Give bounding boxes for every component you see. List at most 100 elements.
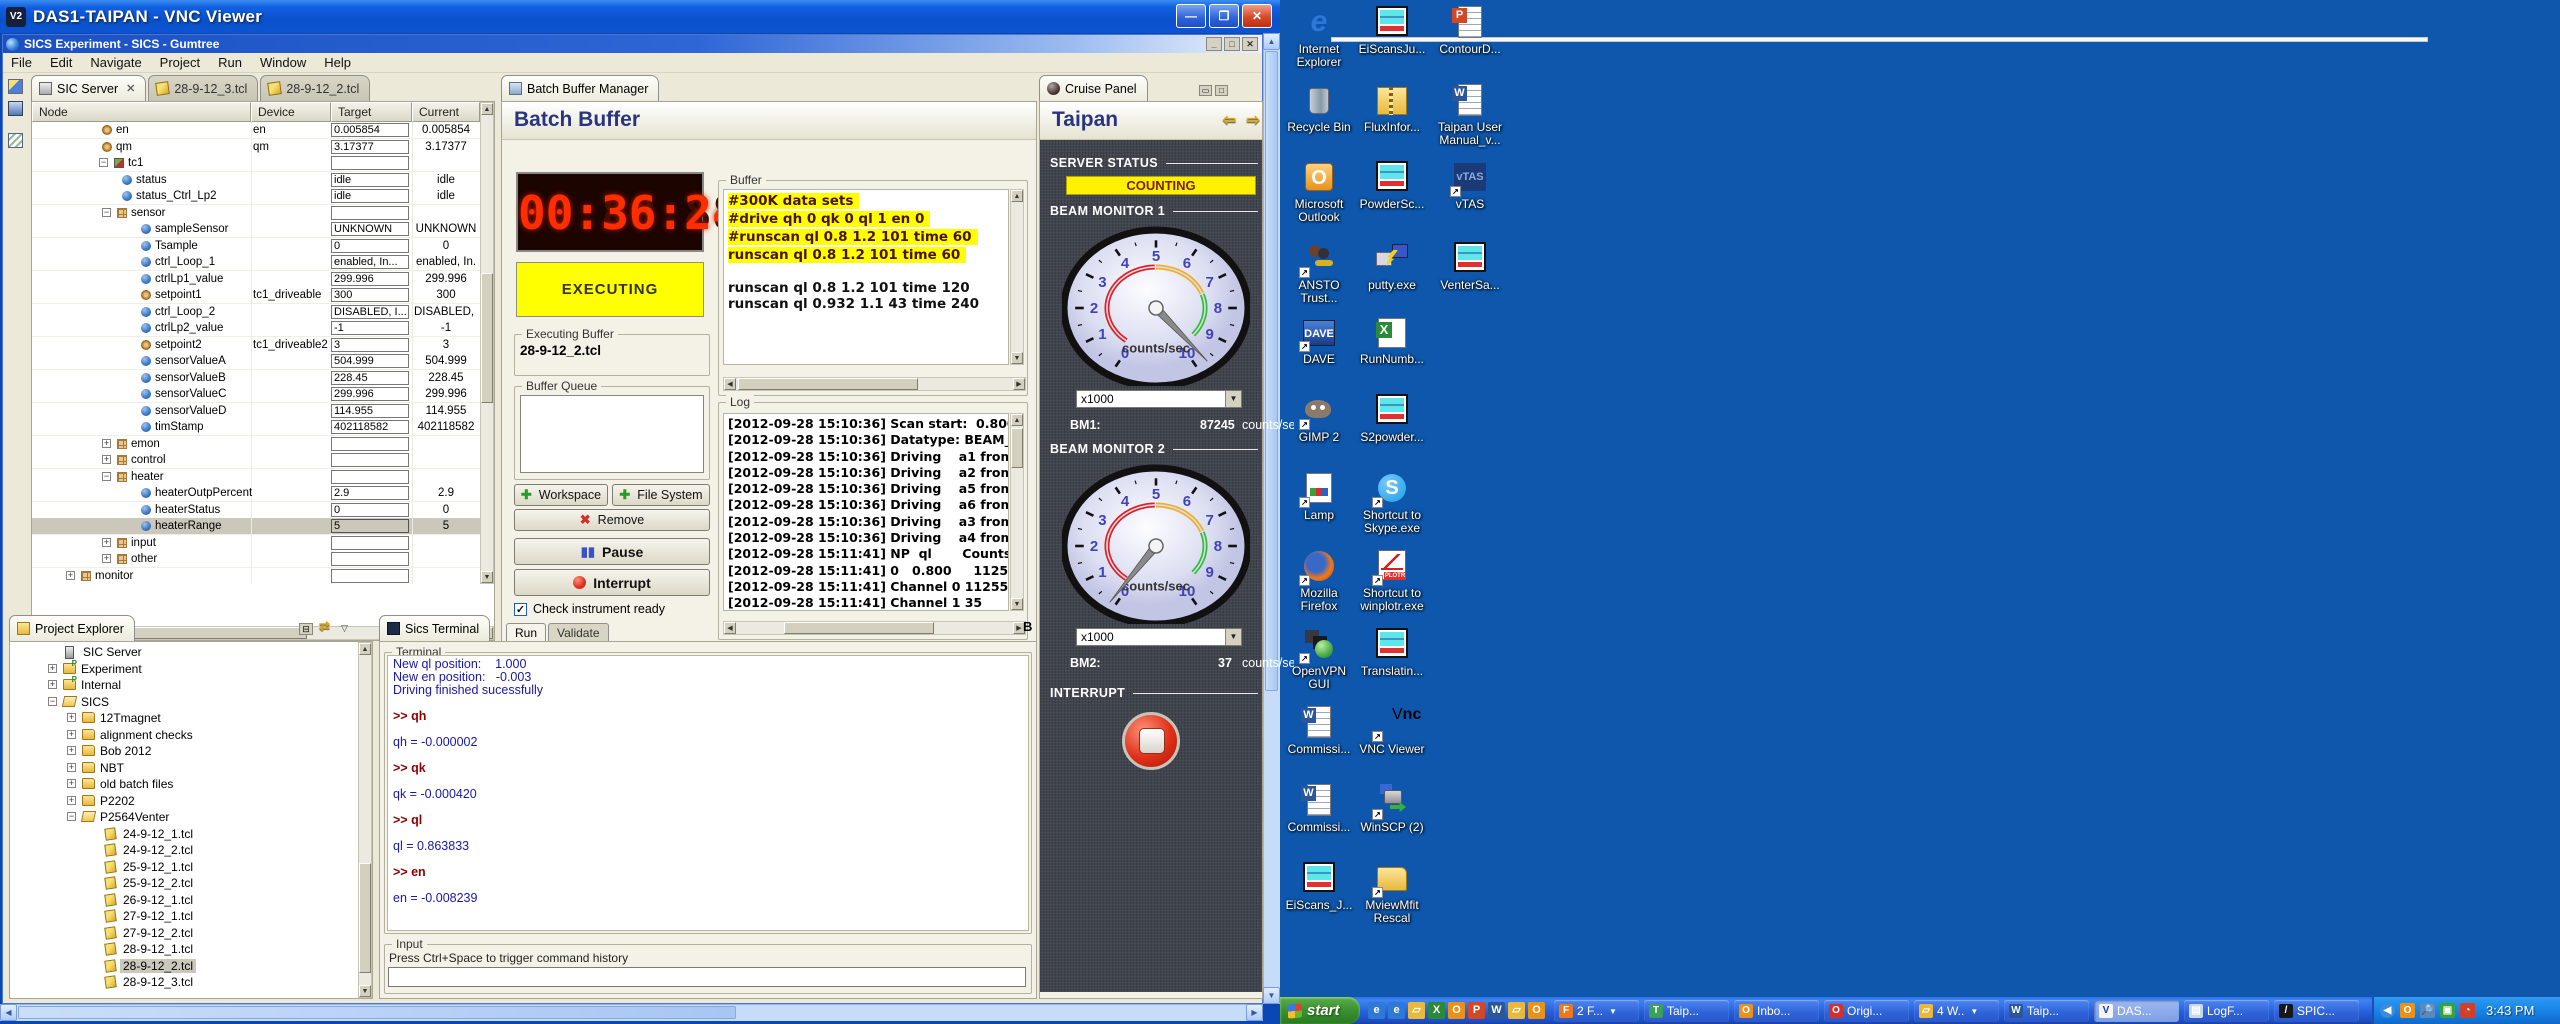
vnc-scroll-right-button[interactable]: ▶: [1246, 1004, 1263, 1021]
table-row[interactable]: sensorValueA504.999504.999: [32, 353, 480, 370]
tree-item[interactable]: 25-9-12_2.tcl: [10, 875, 356, 892]
tray-origin-icon[interactable]: ◔: [2460, 1003, 2475, 1018]
tree-item[interactable]: 28-9-12_1.tcl: [10, 941, 356, 958]
table-row[interactable]: setpoint1tc1_driveable300300: [32, 287, 480, 304]
desktop-icon-winscp-2-[interactable]: ↗WinSCP (2): [1354, 784, 1430, 834]
tree-item[interactable]: 24-9-12_1.tcl: [10, 826, 356, 843]
remove-button[interactable]: ✖Remove: [514, 509, 710, 531]
quicklaunch-excel-icon[interactable]: X: [1428, 1002, 1445, 1019]
desktop-icon-commissi-[interactable]: WCommissi...: [1281, 706, 1357, 756]
chevron-down-icon[interactable]: ▼: [1225, 629, 1241, 645]
table-row[interactable]: sensorValueC299.996299.996: [32, 386, 480, 403]
view-menu-icon[interactable]: ▽: [341, 623, 348, 634]
tree-expander-minus[interactable]: −: [48, 697, 57, 706]
tree-expander-minus[interactable]: −: [67, 812, 76, 821]
file-system-button[interactable]: ✚File System: [612, 484, 710, 506]
gumtree-titlebar[interactable]: SICS Experiment - SICS - Gumtree _ □ ✕: [3, 35, 1262, 53]
table-row[interactable]: statusidleidle: [32, 172, 480, 189]
table-row[interactable]: +other: [32, 551, 480, 568]
desktop-icon-fluxinfor-[interactable]: FluxInfor...: [1354, 84, 1430, 134]
column-header-node[interactable]: Node: [32, 102, 251, 122]
desktop-icon-contourd-[interactable]: PContourD...: [1432, 6, 1508, 56]
tree-expander-plus[interactable]: +: [67, 796, 76, 805]
quicklaunch-ie-icon[interactable]: e: [1368, 1002, 1385, 1019]
link-with-editor-icon[interactable]: ⇄: [319, 618, 330, 634]
log-scroll-left[interactable]: ◀: [724, 622, 736, 634]
back-arrow-icon[interactable]: ⇦: [1223, 110, 1236, 130]
table-scroll-up[interactable]: ▲: [481, 103, 493, 115]
desktop-icon-shortcut-to-winplotr-exe[interactable]: PLOTR↗Shortcut to winplotr.exe: [1354, 550, 1430, 613]
vnc-horizontal-scrollbar[interactable]: ◀ ▶: [0, 1004, 1263, 1021]
target-value[interactable]: 2.9: [331, 486, 409, 500]
table-row[interactable]: heaterOutpPercent2.92.9: [32, 485, 480, 502]
tree-item[interactable]: 28-9-12_3.tcl: [10, 974, 356, 991]
tree-item[interactable]: +old batch files: [10, 776, 356, 793]
tray-magnifier-icon[interactable]: 🔎: [2420, 1003, 2435, 1018]
tree-item[interactable]: −P2564Venter: [10, 809, 356, 826]
vnc-minimize-button[interactable]: —: [1176, 4, 1206, 28]
table-row[interactable]: −sensor: [32, 205, 480, 222]
quicklaunch-word-icon[interactable]: W: [1488, 1002, 1505, 1019]
bm2-multiplier-select[interactable]: x1000 ▼: [1076, 628, 1242, 646]
forward-arrow-icon[interactable]: ⇨: [1247, 110, 1260, 130]
layers-icon[interactable]: [8, 133, 23, 148]
log-scroll-up[interactable]: ▲: [1011, 414, 1023, 426]
target-value[interactable]: enabled, In...: [331, 255, 409, 269]
buffer-content[interactable]: #300K data sets#drive qh 0 qk 0 ql 1 en …: [723, 189, 1009, 365]
column-header-device[interactable]: Device: [251, 102, 331, 122]
tab-cruise-panel[interactable]: Cruise Panel: [1039, 75, 1148, 101]
table-row[interactable]: qmqm3.173773.17377: [32, 139, 480, 156]
interrupt-button[interactable]: Interrupt: [514, 569, 710, 596]
target-value[interactable]: 0: [331, 239, 409, 253]
desktop-icon-mviewmfit-rescal[interactable]: ↗MviewMfit Rescal: [1354, 862, 1430, 925]
tray-outlook-icon[interactable]: O: [2400, 1003, 2415, 1018]
target-value[interactable]: 0.005854: [331, 123, 409, 137]
buffer-scroll-down[interactable]: ▼: [1011, 352, 1023, 364]
buffer-hscroll-thumb[interactable]: [738, 378, 918, 390]
target-value[interactable]: [331, 569, 409, 583]
tree-expander-minus[interactable]: −: [99, 158, 108, 167]
vnc-titlebar[interactable]: V2 DAS1-TAIPAN - VNC Viewer — ❐ ✕: [0, 0, 1280, 33]
table-row[interactable]: −heater: [32, 469, 480, 486]
desktop-icon-vnc-viewer[interactable]: Vnc↗VNC Viewer: [1354, 706, 1430, 756]
taskbar-button-origi-[interactable]: OOrigi...: [1824, 1000, 1909, 1022]
table-row[interactable]: +control: [32, 452, 480, 469]
tree-item[interactable]: +NBT: [10, 760, 356, 777]
desktop-icon-translatin-[interactable]: Translatin...: [1354, 628, 1430, 678]
gumtree-maximize-button[interactable]: □: [1224, 37, 1240, 51]
tab-28-9-12-2-tcl[interactable]: 28-9-12_2.tcl: [260, 75, 370, 101]
table-row[interactable]: sensorValueD114.955114.955: [32, 403, 480, 420]
table-row[interactable]: sampleSensorUNKNOWNUNKNOWN: [32, 221, 480, 238]
chevron-down-icon[interactable]: ▼: [1225, 391, 1241, 407]
buffer-scroll-right[interactable]: ▶: [1013, 378, 1025, 390]
tree-expander-plus[interactable]: +: [67, 730, 76, 739]
gumtree-minimize-button[interactable]: _: [1206, 37, 1222, 51]
column-header-current[interactable]: Current: [412, 102, 480, 122]
target-value[interactable]: 0: [331, 503, 409, 517]
table-row[interactable]: sensorValueB228.45228.45: [32, 370, 480, 387]
tree-item[interactable]: 24-9-12_2.tcl: [10, 842, 356, 859]
vnc-maximize-button[interactable]: ❐: [1209, 4, 1239, 28]
tree-expander-plus[interactable]: +: [67, 779, 76, 788]
tree-item[interactable]: 28-9-12_2.tcl: [10, 958, 356, 975]
taskbar-button-2-f-[interactable]: F2 F...▼: [1554, 1000, 1639, 1022]
table-row[interactable]: ctrl_Loop_1enabled, In...enabled, In.: [32, 254, 480, 271]
table-row[interactable]: heaterStatus00: [32, 502, 480, 519]
quicklaunch-folder-icon[interactable]: ▱: [1408, 1002, 1425, 1019]
table-row[interactable]: enen0.0058540.005854: [32, 122, 480, 139]
vnc-scroll-left-button[interactable]: ◀: [0, 1004, 17, 1021]
tree-item[interactable]: +Internal: [10, 677, 356, 694]
tree-item[interactable]: +alignment checks: [10, 727, 356, 744]
desktop-icon-recycle-bin[interactable]: Recycle Bin: [1281, 84, 1357, 134]
ptree-scroll-thumb[interactable]: [359, 863, 371, 973]
taskbar-button-das-[interactable]: VDAS...: [2094, 1000, 2179, 1022]
tree-expander-plus[interactable]: +: [102, 439, 111, 448]
target-value[interactable]: [331, 536, 409, 550]
desktop-icon-runnumb-[interactable]: XRunNumb...: [1354, 316, 1430, 366]
vnc-vertical-scroll-thumb[interactable]: [1265, 51, 1278, 691]
vnc-close-button[interactable]: ✕: [1242, 4, 1272, 28]
table-vertical-scrollbar[interactable]: ▲ ▼: [480, 102, 494, 584]
target-value[interactable]: 299.996: [331, 387, 409, 401]
target-value[interactable]: -1: [331, 321, 409, 335]
tray-chevron-left-icon[interactable]: ◀: [2380, 1003, 2395, 1018]
